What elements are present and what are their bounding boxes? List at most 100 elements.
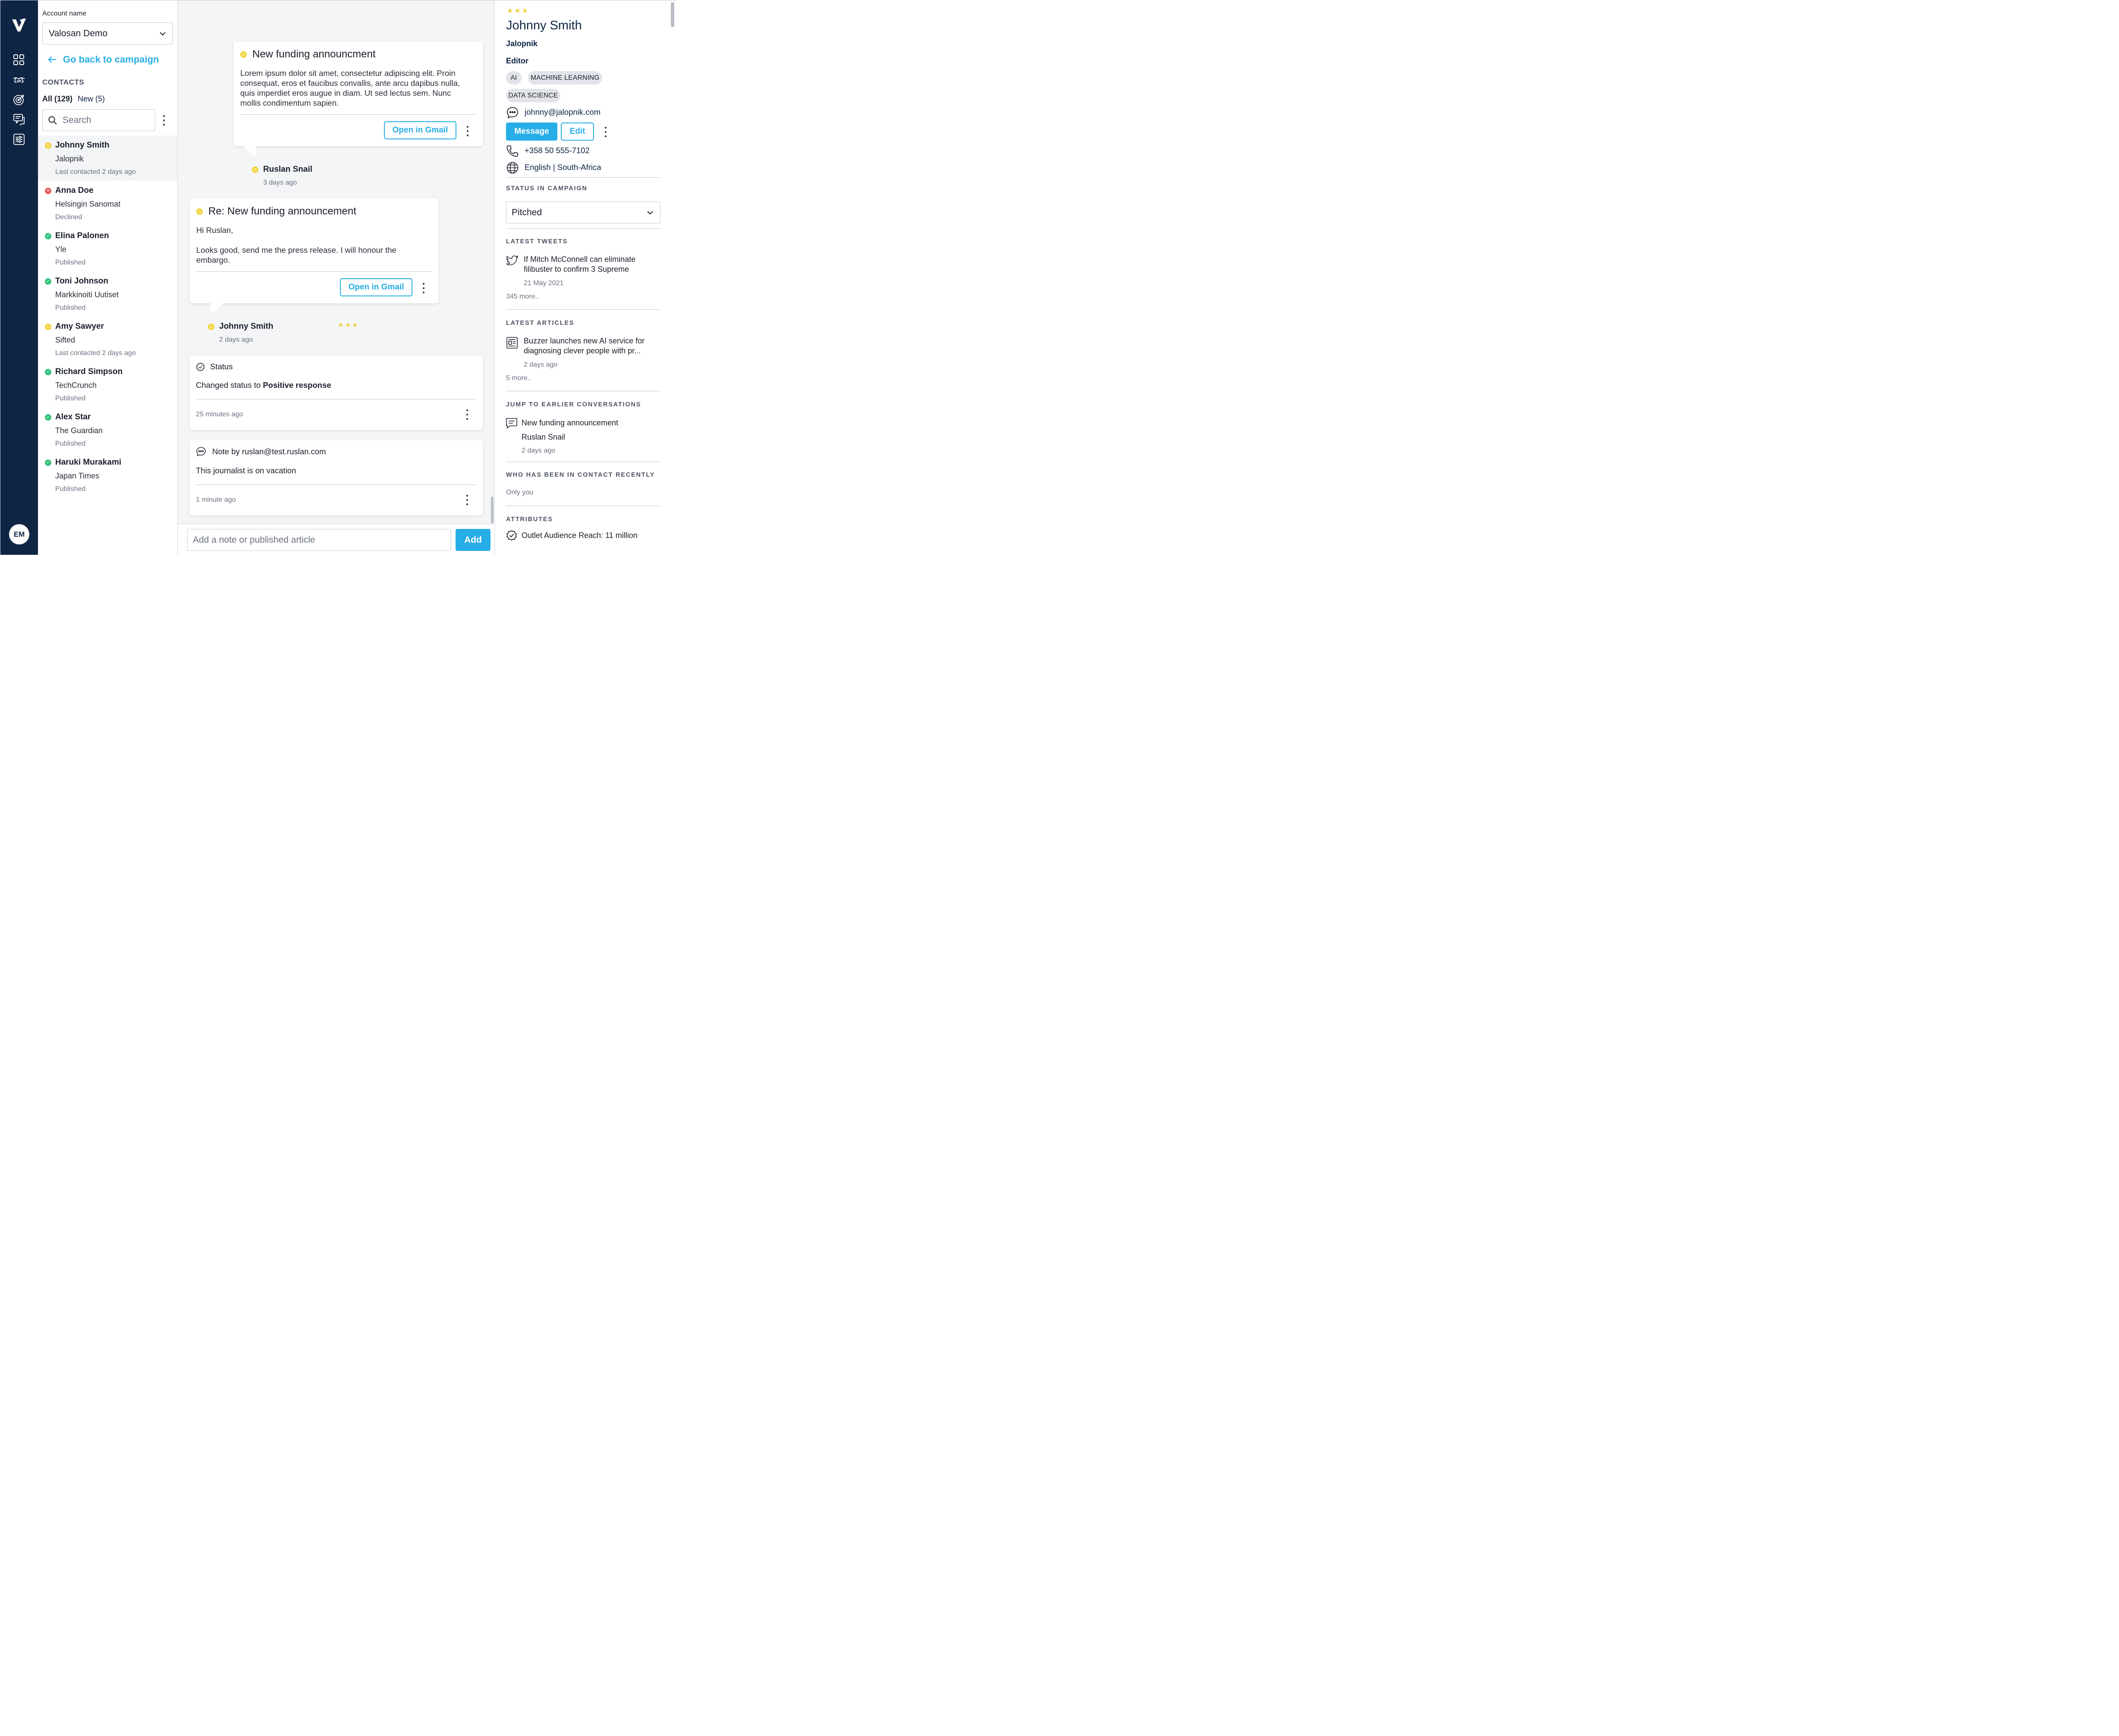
message-more-icon[interactable] bbox=[422, 283, 425, 293]
contact-outlet: TechCrunch bbox=[55, 381, 97, 390]
tweets-more-link[interactable]: 345 more.. bbox=[506, 293, 539, 301]
event-more-icon[interactable] bbox=[465, 495, 469, 505]
settings-list-icon[interactable] bbox=[13, 133, 25, 146]
contact-status: Published bbox=[55, 304, 86, 311]
contact-filters: All (129) New (5) bbox=[42, 94, 105, 104]
message-status-icon bbox=[240, 51, 247, 58]
add-button[interactable]: Add bbox=[456, 529, 490, 551]
status-heading: STATUS IN CAMPAIGN bbox=[506, 185, 588, 192]
account-value: Valosan Demo bbox=[49, 28, 108, 38]
contact-profile: ★★★ Johnny Smith Jalopnik Editor AI MACH… bbox=[495, 0, 676, 555]
contacts-heading: CONTACTS bbox=[42, 78, 85, 86]
message-card: New funding announcment Lorem ipsum dolo… bbox=[233, 41, 483, 146]
contact-name: Toni Johnson bbox=[55, 277, 109, 286]
tag-chip[interactable]: DATA SCIENCE bbox=[506, 89, 560, 102]
contact-item[interactable]: ✓ Haruki Murakami Japan Times Published bbox=[38, 453, 177, 498]
contact-name: Anna Doe bbox=[55, 186, 94, 195]
back-to-campaign-link[interactable]: Go back to campaign bbox=[47, 54, 159, 65]
contact-outlet: Yle bbox=[55, 245, 67, 254]
contact-outlet: Markkinoiti Uutiset bbox=[55, 290, 119, 299]
timeline-scrollbar[interactable] bbox=[491, 497, 494, 523]
earlier-conversation-title[interactable]: New funding announcement bbox=[522, 418, 618, 428]
event-time: 25 minutes ago bbox=[196, 411, 243, 418]
contact-status: Published bbox=[55, 395, 86, 402]
message-divider bbox=[240, 114, 476, 115]
sender-status-icon bbox=[252, 167, 258, 173]
conversations-icon[interactable] bbox=[13, 113, 25, 126]
search-placeholder: Search bbox=[63, 115, 91, 125]
earlier-conversations-heading: JUMP TO EARLIER CONVERSATIONS bbox=[506, 401, 641, 408]
profile-locale: English | South-Africa bbox=[525, 163, 601, 172]
message-more-icon[interactable] bbox=[466, 126, 469, 136]
contact-status: Last contacted 2 days ago bbox=[55, 168, 136, 176]
target-icon[interactable] bbox=[13, 93, 25, 106]
profile-outlet: Jalopnik bbox=[506, 39, 538, 48]
contact-item[interactable]: ✓ Richard Simpson TechCrunch Published bbox=[38, 362, 177, 407]
status-event-card: Status Changed status to Positive respon… bbox=[189, 355, 483, 430]
status-published-icon: ✓ bbox=[45, 414, 51, 421]
account-select[interactable]: Valosan Demo bbox=[42, 22, 173, 44]
tag-chip[interactable]: AI bbox=[506, 71, 522, 85]
note-text: This journalist is on vacation bbox=[196, 466, 296, 475]
article-text[interactable]: Buzzer launches new AI service for diagn… bbox=[524, 336, 653, 356]
status-change-value: Positive response bbox=[263, 381, 331, 390]
contact-status: Published bbox=[55, 440, 86, 447]
status-pending-icon bbox=[45, 142, 51, 149]
contact-outlet: Jalopnik bbox=[55, 154, 84, 163]
profile-more-icon[interactable] bbox=[604, 127, 607, 137]
contact-list: Johnny Smith Jalopnik Last contacted 2 d… bbox=[38, 135, 177, 498]
articles-more-link[interactable]: 5 more.. bbox=[506, 374, 531, 382]
event-more-icon[interactable] bbox=[465, 409, 469, 420]
contact-item[interactable]: ✓ Elina Palonen Yle Published bbox=[38, 226, 177, 271]
note-event-card: Note by ruslan@test.ruslan.com This jour… bbox=[189, 440, 483, 516]
message-sender: Ruslan Snail bbox=[263, 165, 313, 174]
attribute-text: Outlet Audience Reach: 11 million bbox=[522, 531, 638, 540]
message-greeting: Hi Ruslan, bbox=[196, 226, 233, 235]
note-input[interactable]: Add a note or published article bbox=[187, 529, 451, 551]
section-divider bbox=[506, 228, 660, 229]
open-in-gmail-button[interactable]: Open in Gmail bbox=[384, 121, 456, 139]
contacts-more-icon[interactable] bbox=[162, 115, 166, 126]
app-logo[interactable] bbox=[11, 17, 27, 32]
rating-stars[interactable]: ★★★ bbox=[507, 6, 529, 15]
event-divider bbox=[196, 484, 476, 485]
contact-outlet: The Guardian bbox=[55, 426, 103, 435]
composer: Add a note or published article Add bbox=[178, 524, 494, 555]
contact-name: Haruki Murakami bbox=[55, 458, 122, 467]
back-link-label: Go back to campaign bbox=[63, 54, 159, 65]
badge-check-icon bbox=[196, 362, 205, 371]
contact-name: Elina Palonen bbox=[55, 231, 109, 240]
filter-all[interactable]: All (129) bbox=[42, 94, 72, 104]
open-in-gmail-button[interactable]: Open in Gmail bbox=[340, 278, 412, 296]
contact-item[interactable]: ✓ Toni Johnson Markkinoiti Uutiset Publi… bbox=[38, 271, 177, 317]
arrow-left-icon bbox=[48, 56, 56, 63]
campaign-status-select[interactable]: Pitched bbox=[506, 201, 660, 223]
handshake-icon[interactable] bbox=[13, 74, 25, 87]
status-published-icon: ✓ bbox=[45, 369, 51, 375]
user-avatar[interactable]: EM bbox=[9, 524, 29, 544]
message-square-icon bbox=[506, 418, 517, 429]
profile-email[interactable]: johnny@jalopnik.com bbox=[525, 107, 600, 117]
profile-phone[interactable]: +358 50 555-7102 bbox=[525, 146, 590, 155]
edit-button[interactable]: Edit bbox=[561, 123, 594, 141]
tweet-text[interactable]: If Mitch McConnell can eliminate filibus… bbox=[524, 255, 653, 274]
tag-chip[interactable]: MACHINE LEARNING bbox=[528, 71, 602, 85]
contact-item[interactable]: Amy Sawyer Sifted Last contacted 2 days … bbox=[38, 317, 177, 362]
contact-item[interactable]: ✓ Alex Star The Guardian Published bbox=[38, 407, 177, 453]
contact-name: Amy Sawyer bbox=[55, 322, 104, 331]
profile-scrollbar[interactable] bbox=[671, 2, 674, 27]
contact-item[interactable]: ✕ Anna Doe Helsingin Sanomat Declined bbox=[38, 181, 177, 226]
sender-status-icon bbox=[208, 324, 214, 330]
message-body: Lorem ipsum dolor sit amet, consectetur … bbox=[240, 69, 460, 107]
contact-item[interactable]: Johnny Smith Jalopnik Last contacted 2 d… bbox=[38, 135, 177, 181]
dashboard-grid-icon[interactable] bbox=[13, 53, 25, 66]
event-label: Status bbox=[210, 362, 233, 371]
filter-new[interactable]: New (5) bbox=[78, 94, 105, 104]
phone-icon bbox=[506, 145, 518, 157]
recent-contact-value: Only you bbox=[506, 489, 534, 496]
message-sender: Johnny Smith bbox=[219, 322, 274, 331]
message-button[interactable]: Message bbox=[506, 123, 557, 141]
contact-outlet: Helsingin Sanomat bbox=[55, 200, 121, 208]
profile-role: Editor bbox=[506, 57, 528, 65]
search-input[interactable]: Search bbox=[42, 109, 155, 131]
